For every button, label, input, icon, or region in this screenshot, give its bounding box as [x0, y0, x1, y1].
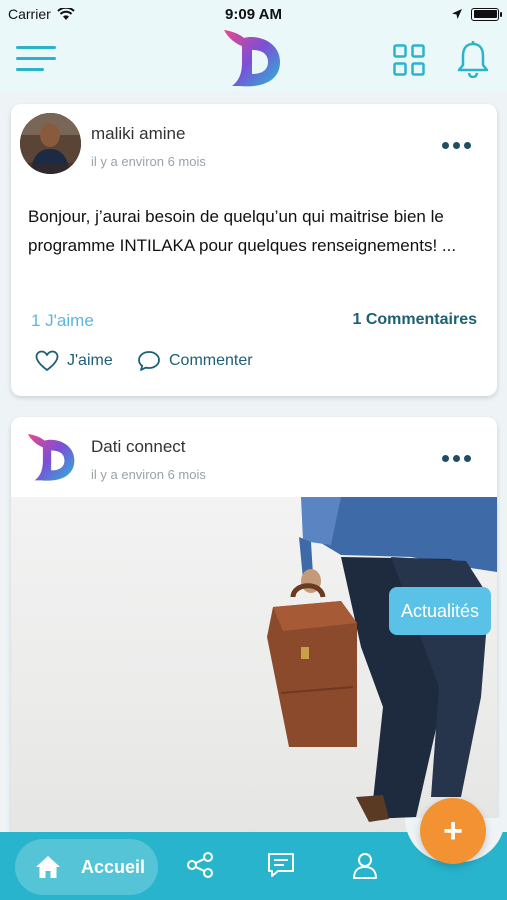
nav-home-button[interactable]: Accueil — [15, 839, 158, 895]
post-image[interactable]: Actualités — [11, 497, 497, 857]
comment-button[interactable]: Commenter — [137, 350, 253, 372]
app-header — [0, 28, 507, 92]
hamburger-menu-icon[interactable] — [16, 44, 56, 74]
dati-logo — [224, 30, 280, 87]
comment-bubble-icon — [138, 351, 160, 371]
comment-button-label: Commenter — [169, 352, 253, 369]
like-button[interactable]: J'aime — [35, 350, 113, 372]
status-time: 9:09 AM — [225, 5, 282, 23]
more-options-icon[interactable] — [442, 455, 471, 462]
post-author[interactable]: maliki amine — [91, 124, 185, 144]
more-options-icon[interactable] — [442, 142, 471, 149]
avatar-photo — [20, 113, 81, 174]
home-icon — [36, 856, 60, 878]
avatar[interactable] — [20, 113, 81, 174]
dati-connect-logo[interactable] — [23, 429, 81, 487]
post-text: Bonjour, j’aurai besoin de quelqu’un qui… — [28, 207, 457, 255]
chat-icon[interactable] — [266, 850, 296, 880]
add-post-button[interactable]: + — [420, 798, 486, 864]
status-right — [451, 7, 502, 21]
share-icon[interactable] — [185, 850, 215, 880]
post-card: Dati connect il y a environ 6 mois Actua… — [11, 417, 497, 857]
status-left: Carrier — [8, 6, 75, 22]
wifi-icon — [57, 7, 75, 20]
businessman-briefcase-photo — [267, 497, 497, 822]
post-time: il y a environ 6 mois — [91, 467, 206, 482]
post-author[interactable]: Dati connect — [91, 437, 186, 457]
bell-icon[interactable] — [456, 40, 490, 78]
category-tag[interactable]: Actualités — [388, 587, 491, 635]
location-arrow-icon — [452, 9, 462, 19]
battery-icon — [471, 7, 502, 21]
grid-icon[interactable] — [393, 44, 425, 76]
heart-icon — [35, 350, 59, 371]
post-time: il y a environ 6 mois — [91, 154, 206, 169]
likes-count[interactable]: 1 J'aime — [31, 311, 94, 331]
carrier-label: Carrier — [8, 6, 51, 22]
like-button-label: J'aime — [67, 352, 113, 369]
status-bar: Carrier 9:09 AM — [0, 0, 507, 28]
profile-icon[interactable] — [350, 850, 380, 880]
nav-home-label: Accueil — [81, 856, 146, 877]
post-card: maliki amine il y a environ 6 mois Bonjo… — [11, 104, 497, 396]
comments-count[interactable]: 1 Commentaires — [353, 311, 478, 329]
